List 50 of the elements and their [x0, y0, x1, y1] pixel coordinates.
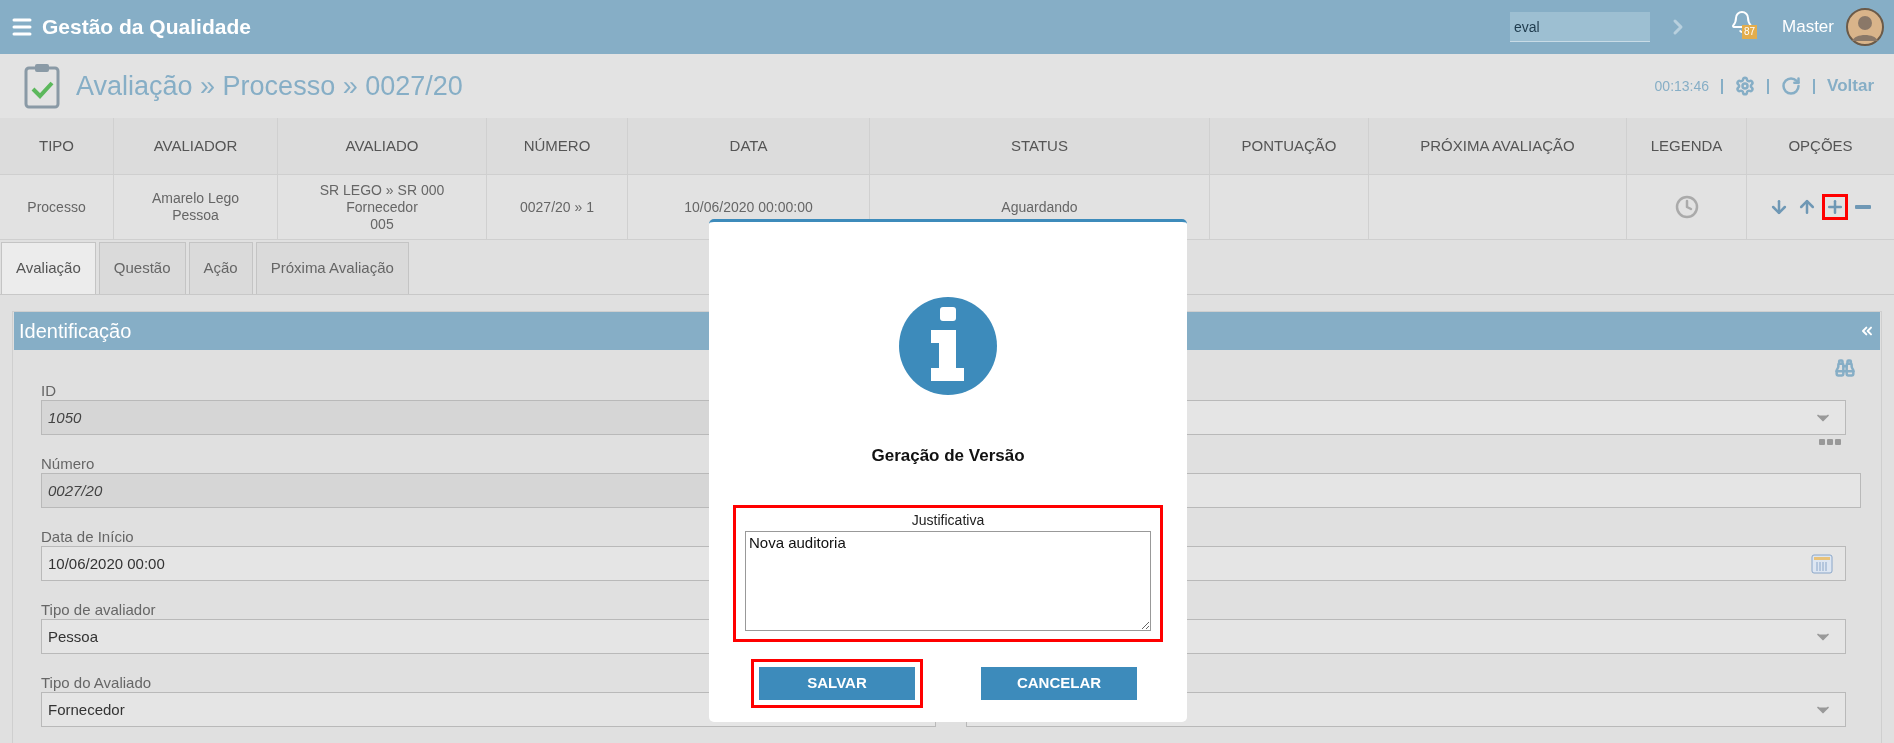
- table-cell: 10/06/2020 00:00:00: [684, 198, 813, 216]
- column-header: AVALIADO: [278, 118, 487, 174]
- session-timer: 00:13:46: [1654, 76, 1710, 96]
- dialog-button[interactable]: SALVAR: [751, 658, 923, 708]
- field-label: Tipo de avaliador: [41, 600, 156, 619]
- table-cell: Fornecedor: [346, 198, 418, 216]
- field-label: Tipo do Avaliado: [41, 673, 152, 692]
- field-label: Número: [41, 454, 95, 473]
- minus-icon: [1854, 205, 1871, 209]
- field-label: Data de Início: [41, 527, 134, 546]
- table-cell: Aguardando: [1001, 198, 1078, 216]
- page-title: Avaliação » Processo » 0027/20: [76, 69, 463, 103]
- table-cell: 005: [370, 215, 394, 233]
- tab[interactable]: Próxima Avaliação: [255, 242, 409, 294]
- dialog-title: Geração de Versão: [871, 445, 1025, 467]
- more-icon[interactable]: [1819, 439, 1841, 445]
- binoculars-icon[interactable]: [1835, 358, 1855, 378]
- clock-icon: [1674, 195, 1699, 219]
- column-header: LEGENDA: [1627, 118, 1747, 174]
- clipboard-check-icon: [24, 63, 60, 109]
- settings-icon[interactable]: [1735, 76, 1756, 96]
- avatar-icon[interactable]: [1846, 8, 1884, 46]
- tab[interactable]: Ação: [188, 242, 253, 294]
- table-cell: Amarelo Lego: [151, 190, 240, 207]
- tab[interactable]: Avaliação: [1, 242, 96, 294]
- info-icon: [899, 297, 997, 395]
- user-name: Master: [1782, 16, 1834, 39]
- refresh-icon[interactable]: [1781, 76, 1802, 96]
- column-header: NÚMERO: [487, 118, 628, 174]
- table-cell: Processo: [27, 198, 86, 216]
- search-field[interactable]: eval: [1510, 12, 1651, 42]
- column-header: STATUS: [870, 118, 1210, 174]
- column-header: OPÇÕES: [1787, 135, 1854, 156]
- column-header: TIPO: [0, 118, 114, 174]
- calendar-icon: [1811, 553, 1833, 574]
- panel-title: Identificação: [19, 319, 132, 344]
- field-label: Justificativa: [911, 510, 985, 530]
- notification-badge: 87: [1742, 25, 1758, 39]
- option-button[interactable]: [1821, 194, 1848, 220]
- field-label: ID: [41, 381, 56, 400]
- app-title: Gestão da Qualidade: [42, 14, 251, 41]
- column-header: DATA: [628, 118, 870, 174]
- column-header: AVALIADOR: [114, 118, 278, 174]
- tab[interactable]: Questão: [98, 242, 186, 294]
- justification-field[interactable]: Nova auditoria: [745, 530, 1151, 631]
- column-header: PONTUAÇÃO: [1210, 118, 1369, 174]
- table-cell: SR LEGO » SR 000: [319, 181, 445, 199]
- table-cell: Pessoa: [172, 207, 219, 224]
- table-cell: 0027/20 » 1: [520, 198, 594, 216]
- column-header: PRÓXIMA AVALIAÇÃO: [1369, 118, 1627, 174]
